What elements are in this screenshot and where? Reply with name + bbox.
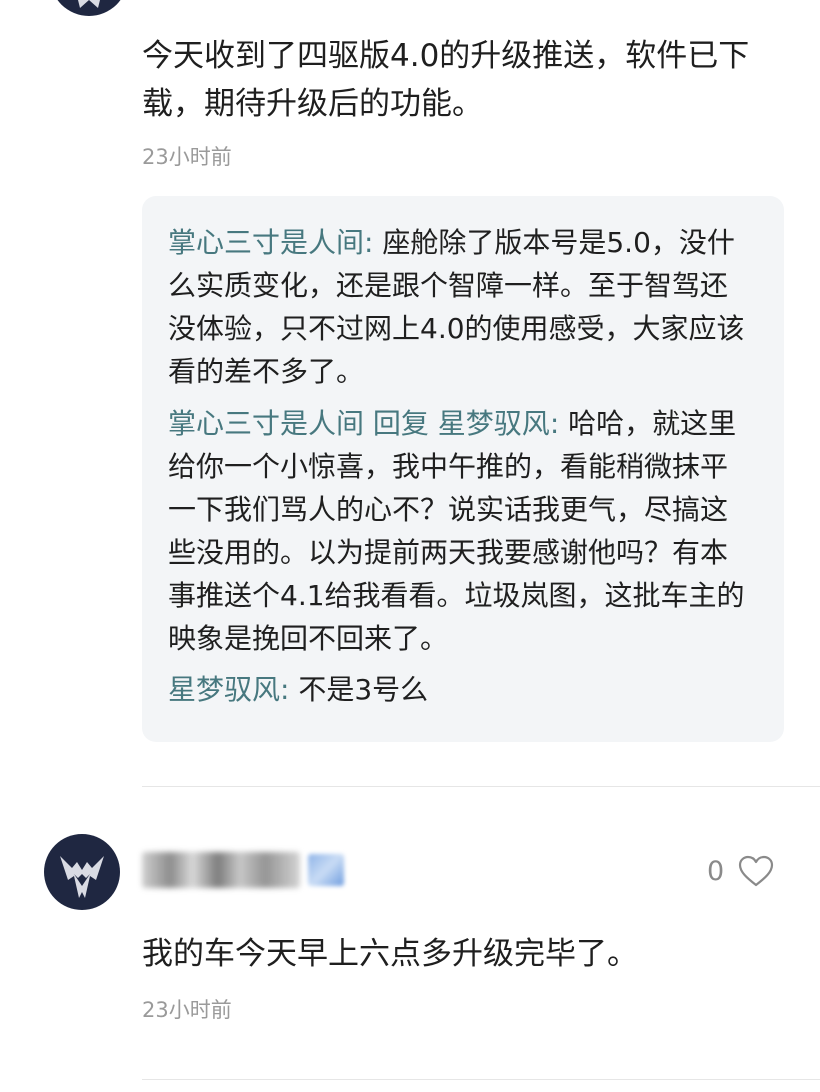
user-badge-icon: [308, 854, 344, 886]
comment-divider: [142, 786, 820, 787]
reply-item[interactable]: 掌心三寸是人间 回复 星梦驭风: 哈哈，就这里给你一个小惊喜，我中午推的，看能稍…: [168, 402, 754, 660]
reply-author[interactable]: 星梦驭风: [168, 673, 280, 706]
brand-logo-icon: [78, 0, 100, 8]
comment-timestamp: 23小时前: [142, 145, 232, 169]
heart-outline-icon[interactable]: [738, 855, 774, 888]
reply-text: 哈哈，就这里给你一个小惊喜，我中午推的，看能稍微抹平一下我们骂人的心不？说实话我…: [168, 407, 745, 655]
like-count: 0: [707, 856, 725, 887]
comment-divider: [142, 1079, 820, 1080]
username-blurred[interactable]: [142, 852, 300, 888]
reply-item[interactable]: 掌心三寸是人间: 座舱除了版本号是5.0，没什么实质变化，还是跟个智障一样。至于…: [168, 221, 754, 393]
comment-text: 我的车今天早上六点多升级完毕了。: [142, 936, 638, 972]
brand-logo-icon: [60, 856, 104, 898]
reply-author[interactable]: 掌心三寸是人间: [168, 226, 364, 259]
reply-thread[interactable]: 掌心三寸是人间: 座舱除了版本号是5.0，没什么实质变化，还是跟个智障一样。至于…: [142, 196, 784, 742]
avatar[interactable]: [44, 834, 120, 910]
avatar[interactable]: [50, 0, 128, 16]
comment-timestamp: 23小时前: [142, 998, 232, 1022]
reply-item[interactable]: 星梦驭风: 不是3号么: [168, 668, 754, 711]
reply-text: 不是3号么: [298, 673, 429, 706]
comment-text: 今天收到了四驱版4.0的升级推送，软件已下载，期待升级后的功能。: [142, 38, 750, 122]
reply-author[interactable]: 掌心三寸是人间 回复 星梦驭风: [168, 407, 550, 440]
